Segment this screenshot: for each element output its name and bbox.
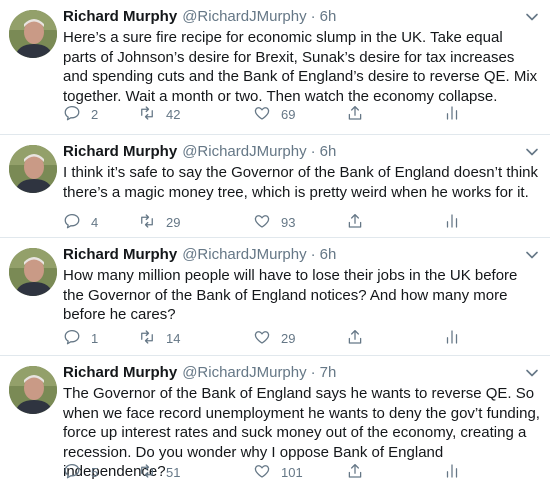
author-handle[interactable]: @RichardJMurphy [182, 7, 306, 27]
analytics-icon [443, 212, 461, 233]
retweet-count: 51 [166, 464, 181, 480]
tweet-actions: 2 42 69 [63, 104, 540, 124]
timestamp[interactable]: 6h [320, 142, 337, 162]
share-icon [346, 328, 364, 349]
tweet-text: I think it’s safe to say the Governor of… [63, 164, 539, 201]
tweet-actions: 1 14 29 [63, 328, 540, 348]
tweet[interactable]: Richard Murphy @RichardJMurphy · 6h Here… [0, 0, 550, 135]
separator-dot: · [310, 8, 316, 25]
reply-icon [63, 462, 81, 483]
like-count: 69 [281, 106, 296, 122]
like-icon [253, 328, 271, 349]
reply-button[interactable]: 5 [63, 462, 98, 482]
tweet-text: Here’s a sure fire recipe for economic s… [63, 29, 538, 105]
timestamp[interactable]: 7h [320, 363, 337, 383]
reply-icon [63, 104, 81, 125]
caret-down-icon[interactable] [524, 247, 540, 263]
tweet[interactable]: Richard Murphy @RichardJMurphy · 6h How … [0, 238, 550, 356]
reply-button[interactable]: 4 [63, 212, 98, 232]
like-button[interactable]: 93 [253, 212, 295, 232]
separator-dot: · [310, 246, 316, 263]
retweet-button[interactable]: 29 [138, 212, 180, 232]
reply-count: 5 [91, 464, 99, 480]
retweet-count: 14 [166, 330, 181, 346]
avatar[interactable] [9, 145, 57, 193]
reply-count: 1 [91, 330, 99, 346]
timestamp[interactable]: 6h [320, 7, 337, 27]
share-icon [346, 104, 364, 125]
reply-button[interactable]: 1 [63, 328, 98, 348]
caret-down-icon[interactable] [524, 9, 540, 25]
retweet-icon [138, 328, 156, 349]
share-button[interactable] [346, 462, 364, 482]
analytics-icon [443, 462, 461, 483]
timeline-feed: Richard Murphy @RichardJMurphy · 6h Here… [0, 0, 550, 491]
author-handle[interactable]: @RichardJMurphy [182, 245, 306, 265]
like-icon [253, 462, 271, 483]
retweet-button[interactable]: 14 [138, 328, 180, 348]
reply-button[interactable]: 2 [63, 104, 98, 124]
retweet-icon [138, 104, 156, 125]
share-button[interactable] [346, 212, 364, 232]
caret-down-icon[interactable] [524, 144, 540, 160]
analytics-button[interactable] [443, 104, 461, 124]
tweet[interactable]: Richard Murphy @RichardJMurphy · 7h The … [0, 356, 550, 491]
reply-icon [63, 212, 81, 233]
avatar[interactable] [9, 366, 57, 414]
separator-dot: · [310, 143, 316, 160]
like-icon [253, 212, 271, 233]
share-icon [346, 462, 364, 483]
retweet-button[interactable]: 42 [138, 104, 180, 124]
tweet[interactable]: Richard Murphy @RichardJMurphy · 6h I th… [0, 135, 550, 238]
analytics-button[interactable] [443, 212, 461, 232]
like-button[interactable]: 29 [253, 328, 295, 348]
caret-down-icon[interactable] [524, 365, 540, 381]
retweet-icon [138, 462, 156, 483]
separator-dot: · [310, 364, 316, 381]
analytics-button[interactable] [443, 462, 461, 482]
like-count: 93 [281, 214, 296, 230]
analytics-icon [443, 104, 461, 125]
tweet-text: How many million people will have to los… [63, 267, 518, 323]
retweet-count: 29 [166, 214, 181, 230]
author-name[interactable]: Richard Murphy [63, 245, 177, 265]
reply-icon [63, 328, 81, 349]
avatar[interactable] [9, 10, 57, 58]
retweet-button[interactable]: 51 [138, 462, 180, 482]
share-button[interactable] [346, 104, 364, 124]
avatar[interactable] [9, 248, 57, 296]
like-icon [253, 104, 271, 125]
like-count: 101 [281, 464, 303, 480]
retweet-icon [138, 212, 156, 233]
tweet-actions: 4 29 93 [63, 212, 540, 232]
share-button[interactable] [346, 328, 364, 348]
reply-count: 2 [91, 106, 99, 122]
analytics-icon [443, 328, 461, 349]
analytics-button[interactable] [443, 328, 461, 348]
retweet-count: 42 [166, 106, 181, 122]
author-name[interactable]: Richard Murphy [63, 142, 177, 162]
reply-count: 4 [91, 214, 99, 230]
like-button[interactable]: 101 [253, 462, 303, 482]
author-name[interactable]: Richard Murphy [63, 7, 177, 27]
like-button[interactable]: 69 [253, 104, 295, 124]
author-handle[interactable]: @RichardJMurphy [182, 363, 306, 383]
author-handle[interactable]: @RichardJMurphy [182, 142, 306, 162]
share-icon [346, 212, 364, 233]
timestamp[interactable]: 6h [320, 245, 337, 265]
tweet-actions: 5 51 101 [63, 462, 540, 482]
like-count: 29 [281, 330, 296, 346]
author-name[interactable]: Richard Murphy [63, 363, 177, 383]
